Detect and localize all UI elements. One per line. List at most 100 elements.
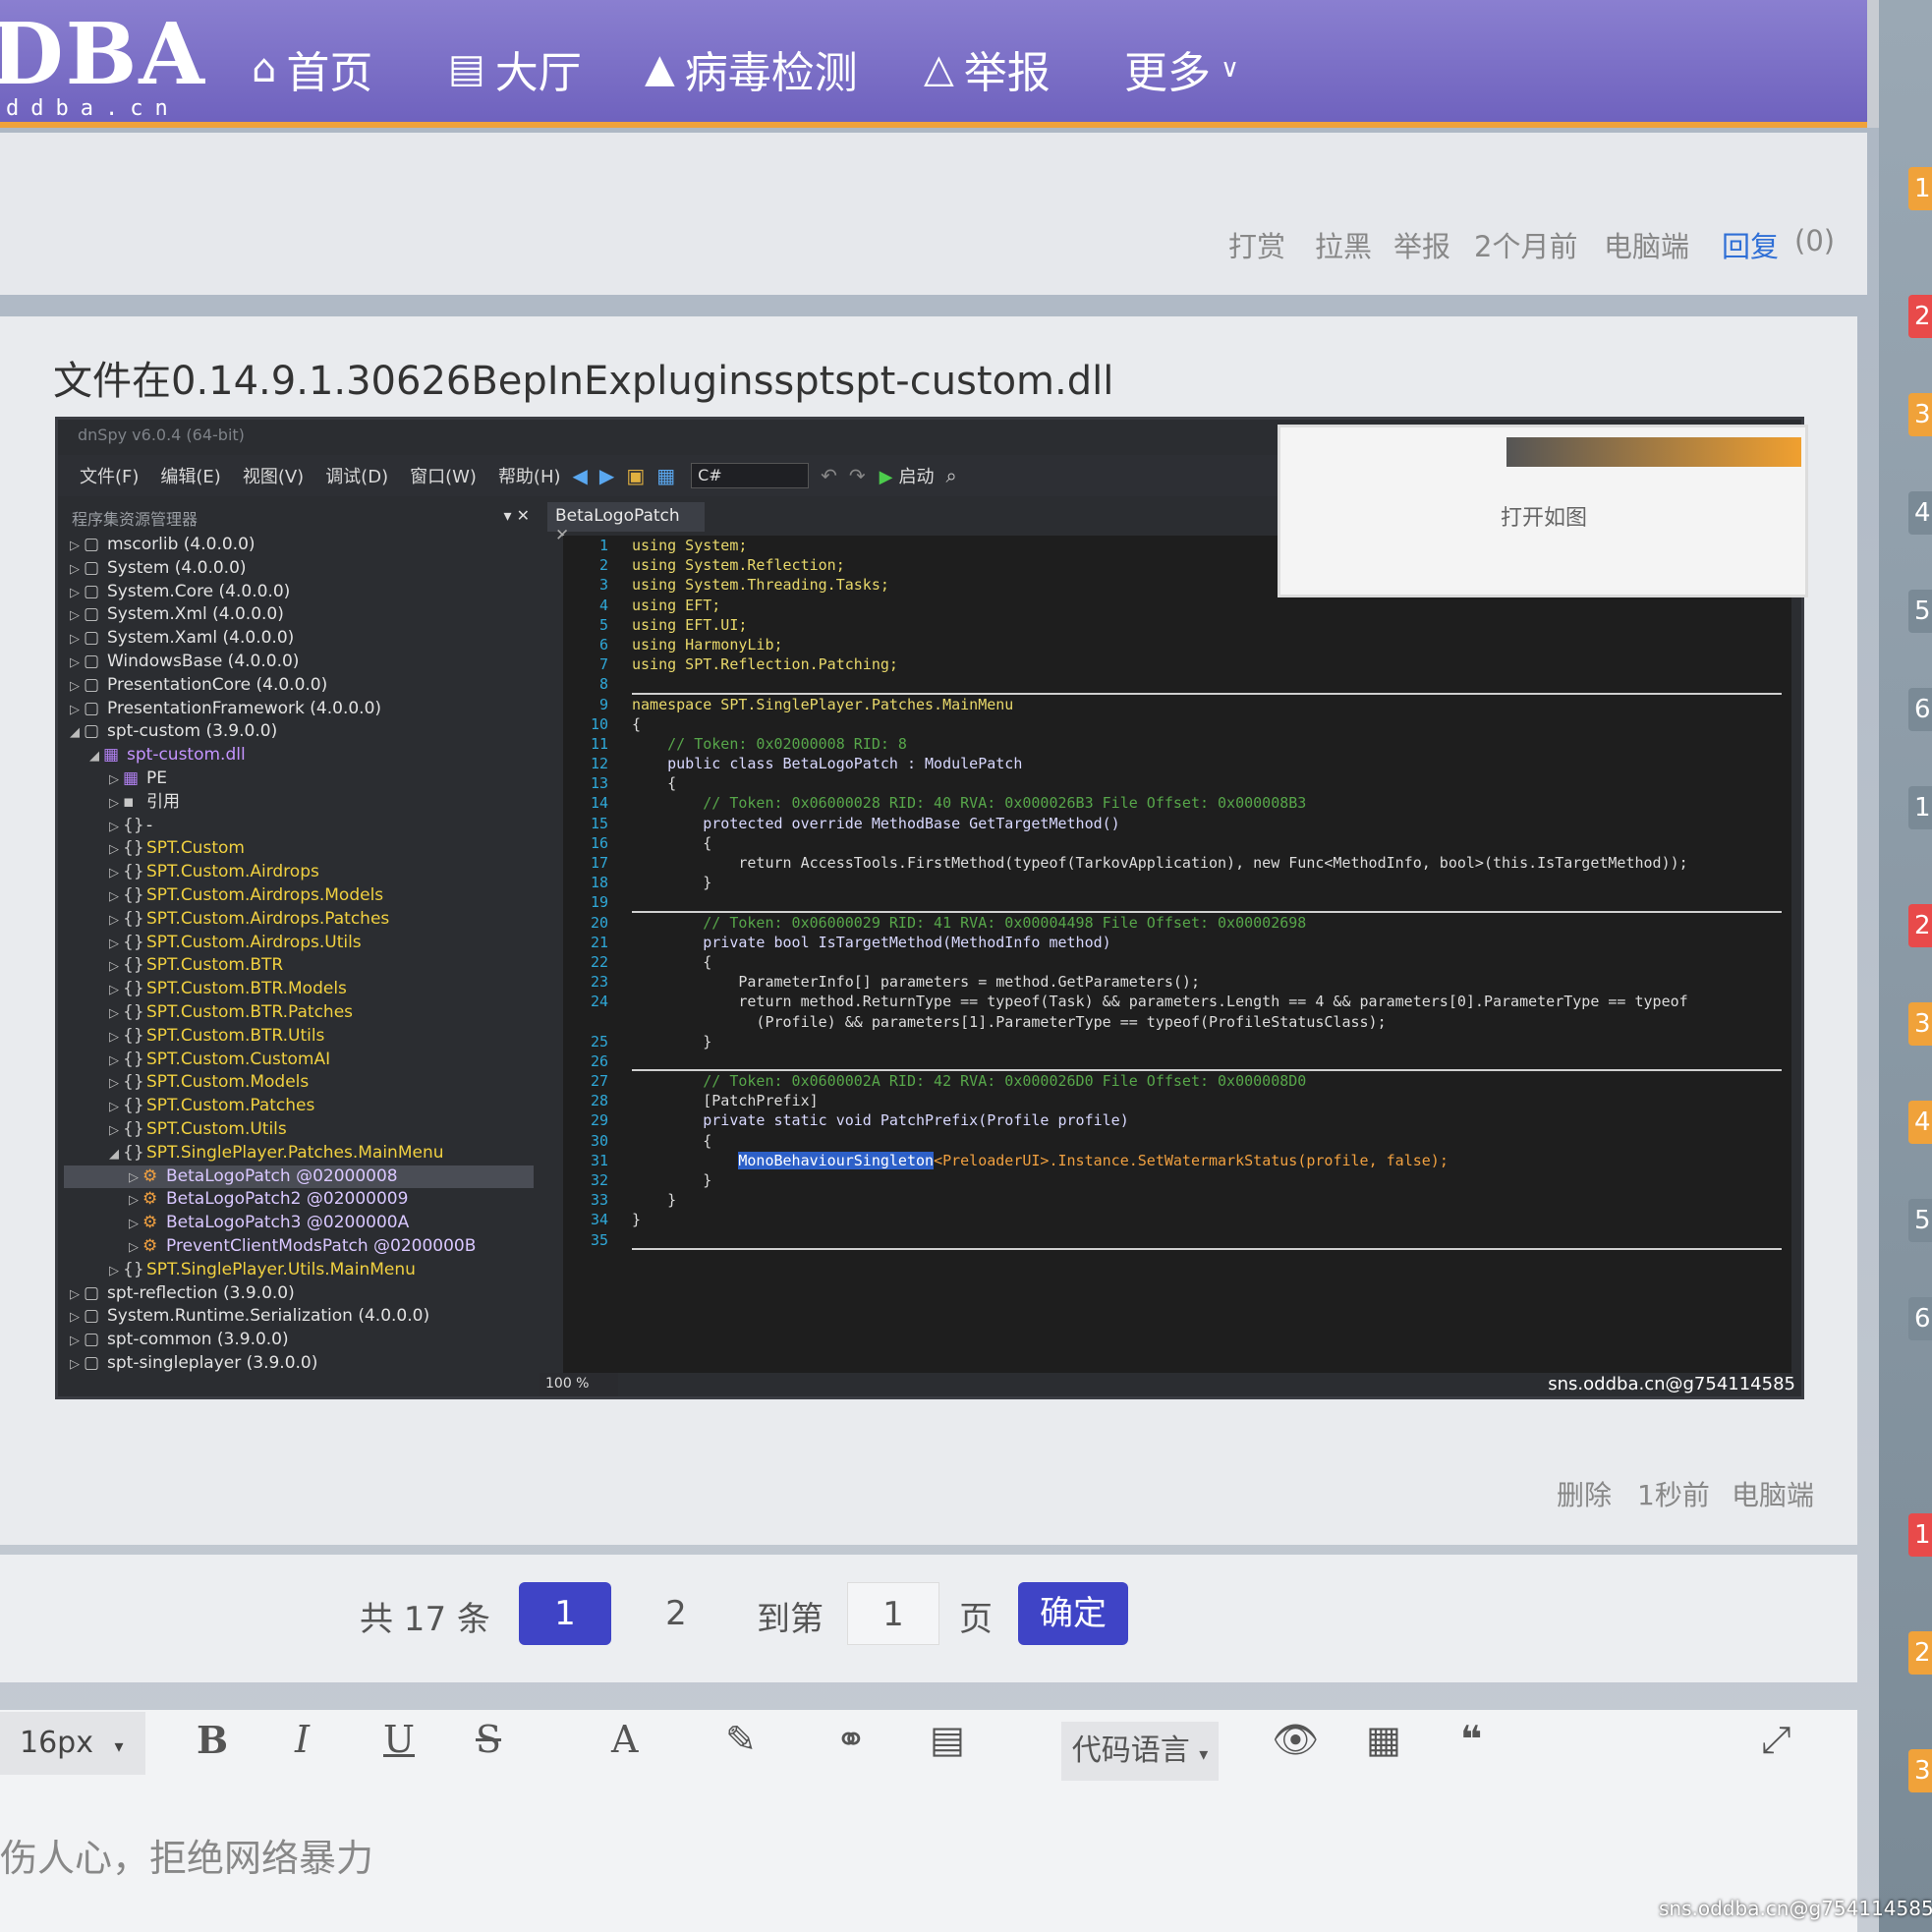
delete-link[interactable]: 删除 [1557, 1474, 1612, 1513]
rank-badge: 4 [1908, 1101, 1932, 1144]
tree-node-label: spt-custom.dll [127, 745, 246, 766]
tree-node-label: BetaLogoPatch2 @02000009 [166, 1189, 409, 1210]
warning-icon: ▲ [645, 46, 675, 91]
link-icon[interactable]: ⚭ [835, 1718, 867, 1761]
overlay-panel: 打开如图 [1278, 425, 1808, 597]
namespace-icon: {} [123, 932, 144, 952]
assembly-icon: ▪ [123, 791, 135, 812]
tree-node-label: SPT.Custom.Models [146, 1072, 310, 1093]
fullscreen-icon[interactable]: ⤢ [1761, 1718, 1790, 1762]
expand-arrow-icon: ◢ [109, 1146, 119, 1162]
page-number-input[interactable]: 1 [847, 1582, 939, 1645]
expand-arrow-icon: ▷ [129, 1217, 139, 1232]
confirm-page-button[interactable]: 确定 [1018, 1582, 1128, 1645]
tree-node-label: SPT.Custom.Airdrops.Utils [146, 932, 362, 952]
expand-arrow-icon: ◢ [89, 749, 99, 765]
start-label: 启动 [898, 467, 935, 487]
tree-node: ▷ ▢ System.Xaml (4.0.0.0) [64, 627, 534, 651]
code-line: // Token: 0x0600002A RID: 42 RVA: 0x0000… [632, 1072, 1307, 1091]
expand-arrow-icon: ▷ [109, 1005, 119, 1021]
tree-node: ▷ {} SPT.Custom.Airdrops [64, 861, 534, 884]
table-icon[interactable]: ▦ [1366, 1718, 1401, 1761]
expand-arrow-icon: ▷ [70, 539, 80, 553]
total-count: 共 17 条 [360, 1600, 490, 1639]
code-line: { [632, 774, 677, 793]
expand-arrow-icon: ▷ [109, 1263, 119, 1279]
assembly-icon: ▢ [84, 721, 100, 742]
namespace-icon: {} [123, 1025, 144, 1046]
tree-node: ▷{} SPT.Custom.Airdrops.Patches [64, 908, 534, 932]
highlight-brush-icon[interactable]: ✎ [725, 1718, 757, 1761]
font-color-button[interactable]: A [611, 1718, 638, 1761]
assembly-icon: ▢ [84, 1306, 100, 1327]
code-line: } [632, 1211, 642, 1229]
rank-badge: 3 [1908, 1749, 1932, 1792]
code-line [632, 1051, 1782, 1072]
nav-report-label: 举报 [963, 48, 1051, 98]
font-size-select[interactable]: 16px ▾ [0, 1712, 145, 1775]
namespace-icon: {} [123, 955, 144, 976]
tree-node: ◢{} SPT.SinglePlayer.Patches.MainMenu [64, 1142, 534, 1165]
nav-virus-scan-label: 病毒检测 [684, 48, 858, 98]
tree-node-label: SPT.Custom.Airdrops [146, 862, 319, 882]
tree-node-label: BetaLogoPatch @02000008 [166, 1165, 398, 1186]
assembly-icon: ▢ [84, 1282, 100, 1303]
logo-text: DBA [0, 5, 206, 104]
namespace-icon: {} [123, 1049, 144, 1069]
nav-more[interactable]: 更多 ∨ [1124, 37, 1239, 100]
strikethrough-button[interactable]: S [476, 1718, 501, 1761]
expand-arrow-icon: ▷ [70, 608, 80, 624]
nav-report[interactable]: △ 举报 [924, 37, 1051, 100]
tree-node-label: System.Core (4.0.0.0) [107, 581, 291, 601]
tree-node: ▷{} SPT.Custom.CustomAI [64, 1049, 534, 1072]
tree-node-label: SPT.Custom.BTR.Utils [146, 1025, 325, 1046]
namespace-icon: {} [123, 1118, 144, 1139]
tip-link[interactable]: 打赏 [1228, 224, 1285, 265]
rank-badge: 5 [1908, 1199, 1932, 1242]
post2-device: 电脑端 [1732, 1479, 1815, 1511]
code-language-select[interactable]: 代码语言 ▾ [1061, 1722, 1219, 1781]
nav-virus-scan[interactable]: ▲ 病毒检测 [645, 37, 858, 100]
code-line: // Token: 0x06000029 RID: 41 RVA: 0x0000… [632, 913, 1307, 932]
line-number: 7 [598, 655, 608, 674]
assembly-icon: ▢ [84, 698, 100, 718]
expand-arrow-icon: ▷ [109, 1076, 119, 1092]
nav-home[interactable]: ⌂ 首页 [252, 37, 372, 100]
bold-button[interactable]: B [197, 1718, 228, 1762]
nav-hall[interactable]: ▤ 大厅 [448, 37, 582, 100]
tree-node: ▷ ▢ System.Core (4.0.0.0) [64, 581, 534, 604]
preview-eye-icon[interactable]: 👁 [1272, 1718, 1319, 1762]
line-number: 1 [598, 537, 608, 554]
expand-arrow-icon: ▷ [70, 702, 80, 717]
page-1-button[interactable]: 1 [519, 1582, 611, 1645]
image-icon[interactable]: ▤ [930, 1718, 965, 1761]
rank-badge: 6 [1908, 688, 1932, 731]
goto-label: 到第 [757, 1600, 824, 1639]
site-logo[interactable]: DBA ddba.cn [0, 0, 204, 128]
code-line: { [632, 952, 712, 971]
report-link[interactable]: 举报 [1393, 224, 1450, 265]
namespace-icon: {} [123, 1072, 144, 1093]
line-number: 29 [590, 1111, 608, 1130]
expand-arrow-icon: ▷ [109, 1100, 119, 1115]
quote-icon[interactable]: ❝ [1460, 1718, 1482, 1761]
rank-badge: 2 [1908, 1631, 1932, 1675]
page-2-button[interactable]: 2 [649, 1582, 704, 1645]
tree-node-label: SPT.Custom.BTR.Models [146, 979, 347, 999]
expand-arrow-icon: ▷ [70, 632, 80, 648]
menu-edit: 编辑(E) [160, 467, 221, 487]
rank-badge: 6 [1908, 1297, 1932, 1340]
underline-button[interactable]: U [383, 1718, 415, 1761]
expand-arrow-icon: ▷ [109, 1029, 119, 1045]
tree-node: ▷{} SPT.SinglePlayer.Utils.MainMenu [64, 1259, 534, 1282]
reply-textarea[interactable]: 伤人心，拒绝网络暴力 [0, 1828, 373, 1882]
namespace-icon: {} [123, 1096, 144, 1116]
tree-node: ▷{} SPT.Custom.Models [64, 1071, 534, 1095]
expand-arrow-icon: ▷ [109, 842, 119, 858]
code-line: using HarmonyLib; [632, 635, 783, 653]
reply-link[interactable]: 回复 [1722, 224, 1779, 265]
italic-button[interactable]: I [295, 1718, 310, 1761]
class-icon: ⚙ [142, 1235, 158, 1256]
block-link[interactable]: 拉黑 [1315, 224, 1372, 265]
tree-node: ▷ ⚙ BetaLogoPatch2 @02000009 [64, 1188, 534, 1212]
